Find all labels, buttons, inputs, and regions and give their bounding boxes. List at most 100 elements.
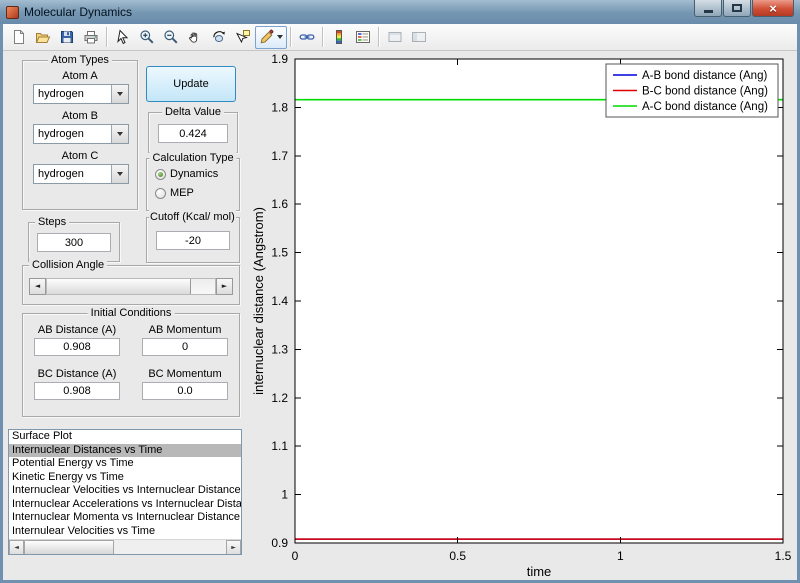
- atom-c-select[interactable]: hydrogen: [33, 164, 129, 184]
- atom-a-label: Atom A: [23, 70, 137, 82]
- svg-text:0.9: 0.9: [271, 536, 288, 550]
- show-plot-tools-button[interactable]: [407, 26, 431, 49]
- list-item[interactable]: Kinetic Energy vs Time: [9, 471, 241, 485]
- list-item[interactable]: Internuclear Accelerations vs Internucle…: [9, 498, 241, 512]
- ab-distance-input[interactable]: [34, 338, 120, 356]
- zoom-in-button[interactable]: [135, 26, 159, 49]
- minimize-button[interactable]: [694, 0, 722, 17]
- scroll-left-arrow[interactable]: ◄: [9, 540, 24, 555]
- mep-radio[interactable]: MEP: [155, 187, 194, 199]
- atom-b-select[interactable]: hydrogen: [33, 124, 129, 144]
- atom-a-select[interactable]: hydrogen: [33, 84, 129, 104]
- rotate-3d-icon: [211, 29, 227, 45]
- dynamics-radio[interactable]: Dynamics: [155, 168, 218, 180]
- zoom-out-button[interactable]: [159, 26, 183, 49]
- open-file-button[interactable]: [31, 26, 55, 49]
- atom-b-value: hydrogen: [38, 128, 84, 140]
- toolbar-separator: [290, 27, 292, 47]
- window-buttons: ×: [694, 0, 794, 24]
- atom-b-label: Atom B: [23, 110, 137, 122]
- listbox-hscrollbar[interactable]: ◄ ►: [9, 539, 241, 554]
- brush-button[interactable]: [255, 26, 287, 49]
- panel-title: Collision Angle: [29, 258, 107, 272]
- collision-angle-panel: Collision Angle ◄ ►: [22, 265, 240, 305]
- ab-distance-label: AB Distance (A): [25, 324, 129, 336]
- initial-conditions-panel: Initial Conditions AB Distance (A) AB Mo…: [22, 313, 240, 417]
- scroll-thumb[interactable]: [24, 540, 114, 555]
- legend-entry: B-C bond distance (Ang): [642, 86, 768, 98]
- collision-angle-slider[interactable]: ◄ ►: [29, 278, 233, 295]
- chevron-down-icon[interactable]: [111, 85, 128, 103]
- brush-icon: [259, 29, 275, 45]
- steps-panel: Steps: [28, 222, 120, 262]
- chevron-down-icon[interactable]: [111, 125, 128, 143]
- scroll-right-arrow[interactable]: ►: [226, 540, 241, 555]
- hide-plot-tools-icon: [387, 29, 403, 45]
- hide-plot-tools-button[interactable]: [383, 26, 407, 49]
- cutoff-input[interactable]: [156, 231, 230, 250]
- panel-title: Delta Value: [162, 105, 224, 119]
- slider-right-arrow[interactable]: ►: [216, 278, 233, 295]
- list-item[interactable]: Surface Plot: [9, 430, 241, 444]
- slider-left-arrow[interactable]: ◄: [29, 278, 46, 295]
- app-icon: [6, 6, 19, 19]
- plot-svg: 0.911.11.21.31.41.51.61.71.81.900.511.5t…: [250, 52, 795, 580]
- save-button[interactable]: [55, 26, 79, 49]
- edit-plot-button[interactable]: [111, 26, 135, 49]
- svg-text:0: 0: [292, 549, 299, 563]
- svg-text:1.5: 1.5: [271, 246, 288, 260]
- link-plot-button[interactable]: [295, 26, 319, 49]
- pan-button[interactable]: [183, 26, 207, 49]
- svg-text:1.8: 1.8: [271, 100, 288, 114]
- insert-colorbar-button[interactable]: [327, 26, 351, 49]
- print-button[interactable]: [79, 26, 103, 49]
- list-item[interactable]: Internuclear Distances vs Time: [9, 444, 241, 458]
- radio-label: Dynamics: [170, 168, 218, 180]
- insert-legend-button[interactable]: [351, 26, 375, 49]
- svg-text:1: 1: [281, 488, 288, 502]
- delta-value-input[interactable]: [158, 124, 228, 143]
- data-cursor-button[interactable]: [231, 26, 255, 49]
- data-cursor-icon: [235, 29, 251, 45]
- chevron-down-icon: [277, 35, 283, 39]
- atom-a-value: hydrogen: [38, 88, 84, 100]
- rotate-3d-button[interactable]: [207, 26, 231, 49]
- steps-input[interactable]: [37, 233, 111, 252]
- list-item[interactable]: Internulear Velocities vs Time: [9, 525, 241, 539]
- new-file-button[interactable]: [7, 26, 31, 49]
- maximize-button[interactable]: [723, 0, 751, 17]
- slider-track[interactable]: [46, 278, 216, 295]
- print-icon: [83, 29, 99, 45]
- svg-text:1.1: 1.1: [271, 439, 288, 453]
- list-item[interactable]: Internuclear Velocities vs Internuclear …: [9, 484, 241, 498]
- panel-title: Atom Types: [48, 53, 112, 67]
- plot-area: 0.911.11.21.31.41.51.61.71.81.900.511.5t…: [250, 52, 795, 580]
- y-axis-label: internuclear distance (Angstrom): [251, 207, 266, 395]
- list-item[interactable]: Internuclear Momenta vs Internuclear Dis…: [9, 511, 241, 525]
- link-plot-icon: [299, 29, 315, 45]
- atom-c-label: Atom C: [23, 150, 137, 162]
- bc-momentum-input[interactable]: [142, 382, 228, 400]
- ab-momentum-input[interactable]: [142, 338, 228, 356]
- x-axis-label: time: [527, 564, 552, 579]
- svg-text:1.4: 1.4: [271, 294, 288, 308]
- update-button[interactable]: Update: [146, 66, 236, 102]
- plot-type-listbox: Surface Plot Internuclear Distances vs T…: [8, 429, 242, 555]
- svg-text:1.2: 1.2: [271, 391, 288, 405]
- svg-text:1: 1: [617, 549, 624, 563]
- hand-pan-icon: [187, 29, 203, 45]
- figure-toolbar: [3, 24, 797, 51]
- zoom-in-icon: [139, 29, 155, 45]
- list-item[interactable]: Potential Energy vs Time: [9, 457, 241, 471]
- cutoff-panel: Cutoff (Kcal/ mol): [146, 217, 240, 263]
- maximize-icon: [732, 4, 742, 12]
- bc-distance-input[interactable]: [34, 382, 120, 400]
- titlebar[interactable]: Molecular Dynamics ×: [0, 0, 800, 24]
- save-icon: [59, 29, 75, 45]
- slider-thumb[interactable]: [47, 279, 191, 294]
- window-title: Molecular Dynamics: [24, 5, 132, 19]
- close-button[interactable]: ×: [752, 0, 794, 17]
- chevron-down-icon[interactable]: [111, 165, 128, 183]
- delta-value-panel: Delta Value: [148, 112, 238, 153]
- ab-momentum-label: AB Momentum: [133, 324, 237, 336]
